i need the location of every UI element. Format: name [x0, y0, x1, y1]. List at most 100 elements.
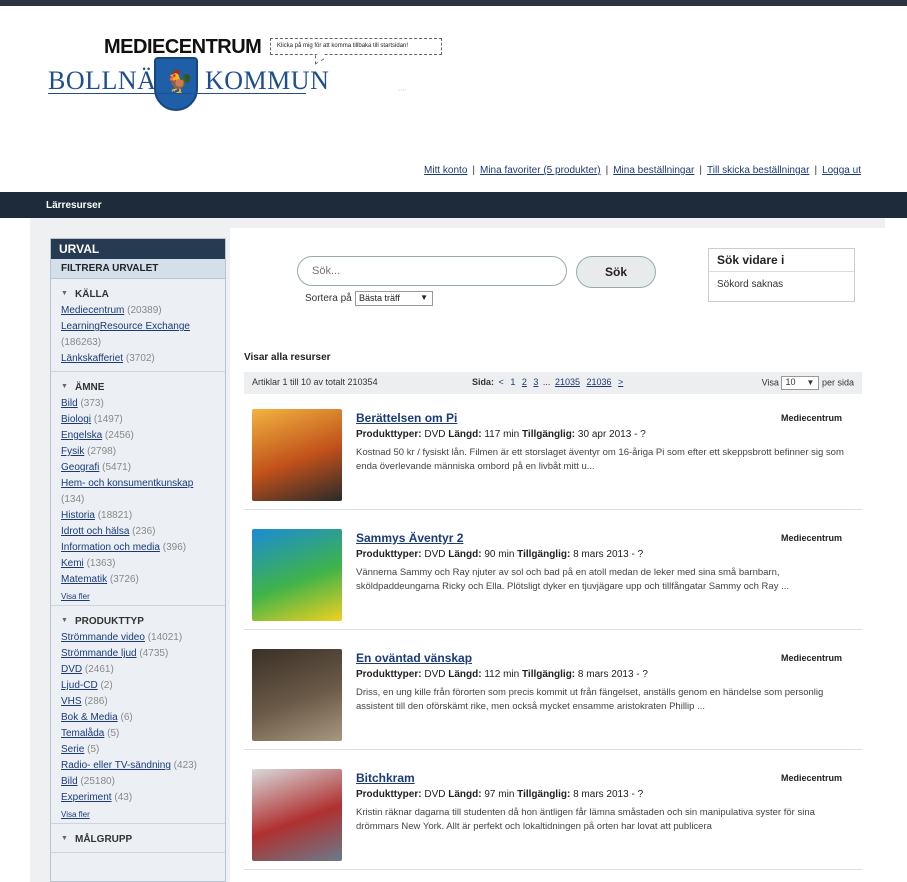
sidebar-item: Mediecentrum (20389)	[61, 303, 215, 319]
sidebar-item-count: (1497)	[93, 414, 123, 425]
page-3[interactable]: 3	[533, 377, 538, 387]
user-links: Mitt konto | Mina favoriter (5 produkter) |…	[424, 165, 861, 176]
sidebar-item-link[interactable]: Bild	[61, 776, 78, 787]
sidebar-section-title[interactable]: ▼ MÅLGRUPP	[61, 834, 215, 845]
sidebar-item-link[interactable]: Strömmande ljud	[61, 648, 137, 659]
page-21036[interactable]: 21036	[586, 377, 611, 387]
sidebar-section: ▼ PRODUKTTYP Strömmande video (14021) Ström…	[51, 606, 225, 824]
collapse-triangle-icon[interactable]: ▼	[61, 383, 73, 393]
sidebar-item-link[interactable]: LearningResource Exchange	[61, 321, 190, 332]
chevron-down-icon: ▼	[420, 293, 428, 302]
result-source: Mediecentrum	[780, 413, 842, 423]
sidebar-item-link[interactable]: Mediecentrum	[61, 305, 124, 316]
page-1[interactable]: 1	[510, 377, 515, 387]
logo-text-left[interactable]: BOLLNÄS	[48, 66, 171, 96]
collapse-triangle-icon[interactable]: ▼	[61, 617, 73, 627]
top-border	[0, 0, 907, 6]
result-title[interactable]: Berättelsen om Pi	[356, 411, 457, 425]
collapse-triangle-icon[interactable]: ▼	[61, 290, 73, 300]
poster-thumbnail[interactable]	[252, 769, 342, 861]
site-title[interactable]: MEDIECENTRUM	[104, 36, 262, 59]
sidebar-item-link[interactable]: DVD	[61, 664, 82, 675]
sidebar-item: Serie (5)	[61, 742, 215, 758]
sidebar-item-count: (2)	[100, 680, 113, 691]
page-2[interactable]: 2	[522, 377, 527, 387]
result-item: Bitchkram Mediecentrum Produkttyper: DVD L…	[244, 760, 862, 870]
page-next[interactable]: >	[618, 377, 623, 387]
page-prev[interactable]: <	[499, 377, 504, 387]
sidebar-item-link[interactable]: Engelska	[61, 430, 102, 441]
sidebar-item-link[interactable]: Radio- eller TV-sändning	[61, 760, 171, 771]
sidebar-item-link[interactable]: Experiment	[61, 792, 112, 803]
search-input[interactable]	[297, 256, 567, 286]
sidebar-item-link[interactable]: Temalåda	[61, 728, 104, 739]
result-title[interactable]: En oväntad vänskap	[356, 651, 472, 665]
poster-thumbnail[interactable]	[252, 529, 342, 621]
meta-type: DVD	[424, 549, 446, 560]
nav-larresurser[interactable]: Lärresurser	[46, 200, 102, 211]
link-favoriter[interactable]: Mina favoriter (5 produkter)	[480, 165, 601, 176]
link-bestallningar[interactable]: Mina beställningar	[613, 165, 694, 176]
poster-thumbnail[interactable]	[252, 409, 342, 501]
sidebar-item: Strömmande ljud (4735)	[61, 646, 215, 662]
link-logga-ut[interactable]: Logga ut	[822, 165, 861, 176]
sidebar-item-count: (20389)	[127, 305, 162, 316]
search-button[interactable]: Sök	[576, 256, 656, 288]
sidebar-item-link[interactable]: Länkskafferiet	[61, 353, 123, 364]
pager: Sida: < 1 2 3 ... 21035 21036 >	[472, 377, 625, 387]
result-title[interactable]: Sammys Äventyr 2	[356, 531, 463, 545]
meta-available: 8 mars 2013 - ?	[573, 789, 644, 800]
meta-available-label: Tillgänglig:	[517, 549, 571, 560]
collapse-triangle-icon[interactable]: ▼	[61, 835, 73, 845]
sidebar-section-title[interactable]: ▼ ÄMNE	[61, 382, 215, 393]
meta-type: DVD	[424, 669, 446, 680]
visa-label: Visa	[761, 377, 779, 388]
sidebar-item-count: (3726)	[109, 574, 139, 585]
faint-mark: ᐧᐧᐧᐧ	[398, 86, 407, 95]
sidebar-item-link[interactable]: Historia	[61, 510, 95, 521]
sidebar-item-count: (1363)	[86, 558, 116, 569]
sidebar-section-title[interactable]: ▼ KÄLLA	[61, 289, 215, 300]
result-meta: Produkttyper: DVD Längd: 117 min Tillgän…	[356, 429, 646, 440]
poster-thumbnail[interactable]	[252, 649, 342, 741]
page-label: Sida:	[472, 377, 495, 387]
main-navbar: Lärresurser	[0, 192, 907, 218]
page-21035[interactable]: 21035	[555, 377, 580, 387]
sidebar-item-link[interactable]: Biologi	[61, 414, 91, 425]
sidebar-item-count: (186263)	[61, 337, 102, 348]
meta-length-label: Längd:	[448, 549, 482, 560]
sidebar-item-link[interactable]: Hem- och konsumentkunskap	[61, 478, 193, 489]
sidebar-item-link[interactable]: Ljud-CD	[61, 680, 98, 691]
result-description: Vännerna Sammy och Ray njuter av sol och…	[356, 567, 790, 592]
show-more-link[interactable]: Visa fler	[61, 592, 215, 601]
sidebar-item-link[interactable]: VHS	[61, 696, 82, 707]
sidebar-section-title[interactable]: ▼ PRODUKTTYP	[61, 616, 215, 627]
sidebar-item-link[interactable]: Serie	[61, 744, 84, 755]
sidebar-item-count: (286)	[84, 696, 108, 707]
sidebar-item-link[interactable]: Information och media	[61, 542, 160, 553]
sidebar-item-count: (134)	[61, 494, 85, 505]
sidebar-item-link[interactable]: Kemi	[61, 558, 84, 569]
link-skicka[interactable]: Till skicka beställningar	[707, 165, 809, 176]
result-description: Kostnad 50 kr / fysiskt lån. Filmen är e…	[356, 447, 844, 472]
sidebar-item-link[interactable]: Bok & Media	[61, 712, 118, 723]
result-title[interactable]: Bitchkram	[356, 771, 415, 785]
rooster-crest-icon[interactable]: 🐓	[154, 57, 198, 111]
sidebar-item-link[interactable]: Strömmande video	[61, 632, 145, 643]
link-mitt-konto[interactable]: Mitt konto	[424, 165, 467, 176]
sidebar-item: Strömmande video (14021)	[61, 630, 215, 646]
sidebar-item-link[interactable]: Idrott och hälsa	[61, 526, 129, 537]
sidebar-item-link[interactable]: Bild	[61, 398, 78, 409]
sidebar-item-count: (373)	[80, 398, 104, 409]
sidebar-item-link[interactable]: Geografi	[61, 462, 99, 473]
sidebar-item-link[interactable]: Fysik	[61, 446, 84, 457]
sidebar-item-count: (5)	[107, 728, 120, 739]
showing-label: Visar alla resurser	[244, 352, 331, 363]
per-page-dropdown[interactable]: 10 ▼	[781, 376, 820, 390]
logo-text-right[interactable]: KOMMUN	[205, 66, 329, 96]
meta-available: 8 mars 2013 - ?	[573, 549, 644, 560]
result-source: Mediecentrum	[780, 653, 842, 663]
sort-dropdown[interactable]: Bästa träff ▼	[355, 291, 433, 306]
show-more-link[interactable]: Visa fler	[61, 810, 215, 819]
sidebar-item-link[interactable]: Matematik	[61, 574, 107, 585]
